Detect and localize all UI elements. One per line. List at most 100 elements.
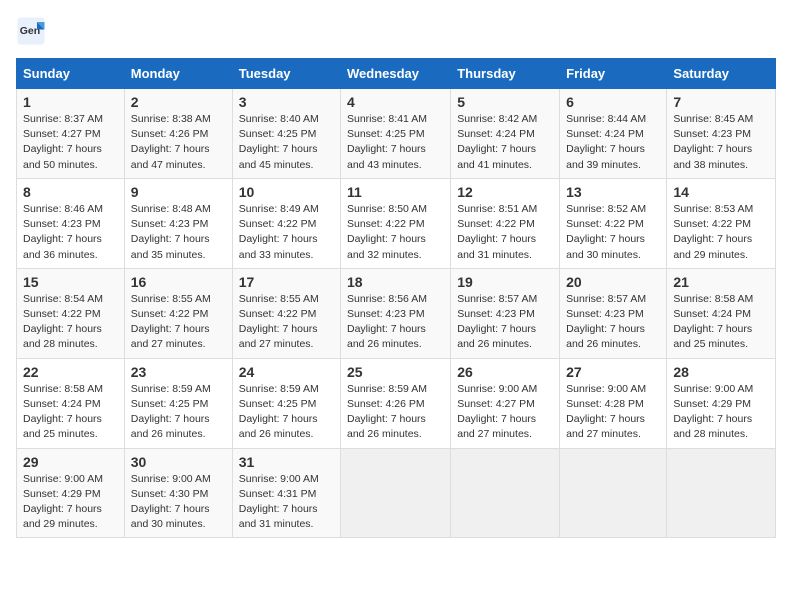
day-info: Sunrise: 9:00 AMSunset: 4:28 PMDaylight:… [566, 383, 646, 441]
calendar-cell: 29 Sunrise: 9:00 AMSunset: 4:29 PMDaylig… [17, 448, 125, 538]
day-number: 26 [457, 364, 553, 380]
calendar-table: SundayMondayTuesdayWednesdayThursdayFrid… [16, 58, 776, 538]
calendar-cell: 2 Sunrise: 8:38 AMSunset: 4:26 PMDayligh… [124, 89, 232, 179]
day-info: Sunrise: 8:52 AMSunset: 4:22 PMDaylight:… [566, 203, 646, 261]
day-number: 4 [347, 94, 444, 110]
day-number: 22 [23, 364, 118, 380]
day-info: Sunrise: 8:59 AMSunset: 4:26 PMDaylight:… [347, 383, 427, 441]
calendar-cell: 7 Sunrise: 8:45 AMSunset: 4:23 PMDayligh… [667, 89, 776, 179]
day-number: 1 [23, 94, 118, 110]
day-info: Sunrise: 8:44 AMSunset: 4:24 PMDaylight:… [566, 113, 646, 171]
day-number: 17 [239, 274, 334, 290]
day-number: 6 [566, 94, 660, 110]
calendar-cell: 10 Sunrise: 8:49 AMSunset: 4:22 PMDaylig… [232, 178, 340, 268]
day-info: Sunrise: 8:37 AMSunset: 4:27 PMDaylight:… [23, 113, 103, 171]
calendar-cell: 22 Sunrise: 8:58 AMSunset: 4:24 PMDaylig… [17, 358, 125, 448]
day-number: 19 [457, 274, 553, 290]
day-number: 24 [239, 364, 334, 380]
calendar-cell: 1 Sunrise: 8:37 AMSunset: 4:27 PMDayligh… [17, 89, 125, 179]
calendar-cell: 28 Sunrise: 9:00 AMSunset: 4:29 PMDaylig… [667, 358, 776, 448]
day-info: Sunrise: 8:41 AMSunset: 4:25 PMDaylight:… [347, 113, 427, 171]
day-info: Sunrise: 8:57 AMSunset: 4:23 PMDaylight:… [566, 293, 646, 351]
day-info: Sunrise: 9:00 AMSunset: 4:30 PMDaylight:… [131, 473, 211, 531]
calendar-cell [341, 448, 451, 538]
calendar-cell: 20 Sunrise: 8:57 AMSunset: 4:23 PMDaylig… [560, 268, 667, 358]
day-info: Sunrise: 8:58 AMSunset: 4:24 PMDaylight:… [673, 293, 753, 351]
calendar-cell: 30 Sunrise: 9:00 AMSunset: 4:30 PMDaylig… [124, 448, 232, 538]
weekday-header: Tuesday [232, 59, 340, 89]
day-info: Sunrise: 8:55 AMSunset: 4:22 PMDaylight:… [239, 293, 319, 351]
calendar-cell [667, 448, 776, 538]
page-header: Gen [16, 16, 776, 46]
day-info: Sunrise: 8:42 AMSunset: 4:24 PMDaylight:… [457, 113, 537, 171]
calendar-header-row: SundayMondayTuesdayWednesdayThursdayFrid… [17, 59, 776, 89]
calendar-cell: 3 Sunrise: 8:40 AMSunset: 4:25 PMDayligh… [232, 89, 340, 179]
day-info: Sunrise: 8:57 AMSunset: 4:23 PMDaylight:… [457, 293, 537, 351]
calendar-cell: 23 Sunrise: 8:59 AMSunset: 4:25 PMDaylig… [124, 358, 232, 448]
day-number: 21 [673, 274, 769, 290]
calendar-cell: 19 Sunrise: 8:57 AMSunset: 4:23 PMDaylig… [451, 268, 560, 358]
day-info: Sunrise: 9:00 AMSunset: 4:31 PMDaylight:… [239, 473, 319, 531]
logo: Gen [16, 16, 50, 46]
day-info: Sunrise: 8:55 AMSunset: 4:22 PMDaylight:… [131, 293, 211, 351]
day-number: 16 [131, 274, 226, 290]
day-info: Sunrise: 8:48 AMSunset: 4:23 PMDaylight:… [131, 203, 211, 261]
day-info: Sunrise: 8:59 AMSunset: 4:25 PMDaylight:… [239, 383, 319, 441]
day-number: 23 [131, 364, 226, 380]
day-number: 29 [23, 454, 118, 470]
calendar-cell: 17 Sunrise: 8:55 AMSunset: 4:22 PMDaylig… [232, 268, 340, 358]
day-info: Sunrise: 8:50 AMSunset: 4:22 PMDaylight:… [347, 203, 427, 261]
calendar-cell: 4 Sunrise: 8:41 AMSunset: 4:25 PMDayligh… [341, 89, 451, 179]
day-number: 12 [457, 184, 553, 200]
weekday-header: Saturday [667, 59, 776, 89]
day-number: 28 [673, 364, 769, 380]
calendar-cell [560, 448, 667, 538]
day-info: Sunrise: 8:56 AMSunset: 4:23 PMDaylight:… [347, 293, 427, 351]
calendar-week-row: 29 Sunrise: 9:00 AMSunset: 4:29 PMDaylig… [17, 448, 776, 538]
day-number: 10 [239, 184, 334, 200]
weekday-header: Friday [560, 59, 667, 89]
day-number: 8 [23, 184, 118, 200]
day-number: 27 [566, 364, 660, 380]
weekday-header: Monday [124, 59, 232, 89]
day-number: 25 [347, 364, 444, 380]
calendar-week-row: 22 Sunrise: 8:58 AMSunset: 4:24 PMDaylig… [17, 358, 776, 448]
weekday-header: Sunday [17, 59, 125, 89]
day-info: Sunrise: 8:58 AMSunset: 4:24 PMDaylight:… [23, 383, 103, 441]
calendar-cell: 31 Sunrise: 9:00 AMSunset: 4:31 PMDaylig… [232, 448, 340, 538]
calendar-cell: 13 Sunrise: 8:52 AMSunset: 4:22 PMDaylig… [560, 178, 667, 268]
day-number: 5 [457, 94, 553, 110]
day-number: 3 [239, 94, 334, 110]
calendar-cell: 14 Sunrise: 8:53 AMSunset: 4:22 PMDaylig… [667, 178, 776, 268]
day-info: Sunrise: 8:59 AMSunset: 4:25 PMDaylight:… [131, 383, 211, 441]
day-info: Sunrise: 8:51 AMSunset: 4:22 PMDaylight:… [457, 203, 537, 261]
day-info: Sunrise: 8:54 AMSunset: 4:22 PMDaylight:… [23, 293, 103, 351]
calendar-cell [451, 448, 560, 538]
day-info: Sunrise: 9:00 AMSunset: 4:29 PMDaylight:… [23, 473, 103, 531]
calendar-week-row: 8 Sunrise: 8:46 AMSunset: 4:23 PMDayligh… [17, 178, 776, 268]
day-info: Sunrise: 8:46 AMSunset: 4:23 PMDaylight:… [23, 203, 103, 261]
logo-icon: Gen [16, 16, 46, 46]
calendar-cell: 15 Sunrise: 8:54 AMSunset: 4:22 PMDaylig… [17, 268, 125, 358]
day-number: 30 [131, 454, 226, 470]
calendar-cell: 24 Sunrise: 8:59 AMSunset: 4:25 PMDaylig… [232, 358, 340, 448]
day-info: Sunrise: 8:38 AMSunset: 4:26 PMDaylight:… [131, 113, 211, 171]
day-number: 9 [131, 184, 226, 200]
day-number: 15 [23, 274, 118, 290]
calendar-cell: 9 Sunrise: 8:48 AMSunset: 4:23 PMDayligh… [124, 178, 232, 268]
weekday-header: Thursday [451, 59, 560, 89]
day-number: 20 [566, 274, 660, 290]
calendar-cell: 8 Sunrise: 8:46 AMSunset: 4:23 PMDayligh… [17, 178, 125, 268]
day-info: Sunrise: 8:40 AMSunset: 4:25 PMDaylight:… [239, 113, 319, 171]
calendar-cell: 11 Sunrise: 8:50 AMSunset: 4:22 PMDaylig… [341, 178, 451, 268]
calendar-cell: 16 Sunrise: 8:55 AMSunset: 4:22 PMDaylig… [124, 268, 232, 358]
day-number: 31 [239, 454, 334, 470]
calendar-cell: 6 Sunrise: 8:44 AMSunset: 4:24 PMDayligh… [560, 89, 667, 179]
day-number: 2 [131, 94, 226, 110]
calendar-cell: 25 Sunrise: 8:59 AMSunset: 4:26 PMDaylig… [341, 358, 451, 448]
day-number: 14 [673, 184, 769, 200]
calendar-cell: 21 Sunrise: 8:58 AMSunset: 4:24 PMDaylig… [667, 268, 776, 358]
calendar-week-row: 15 Sunrise: 8:54 AMSunset: 4:22 PMDaylig… [17, 268, 776, 358]
calendar-week-row: 1 Sunrise: 8:37 AMSunset: 4:27 PMDayligh… [17, 89, 776, 179]
calendar-cell: 26 Sunrise: 9:00 AMSunset: 4:27 PMDaylig… [451, 358, 560, 448]
